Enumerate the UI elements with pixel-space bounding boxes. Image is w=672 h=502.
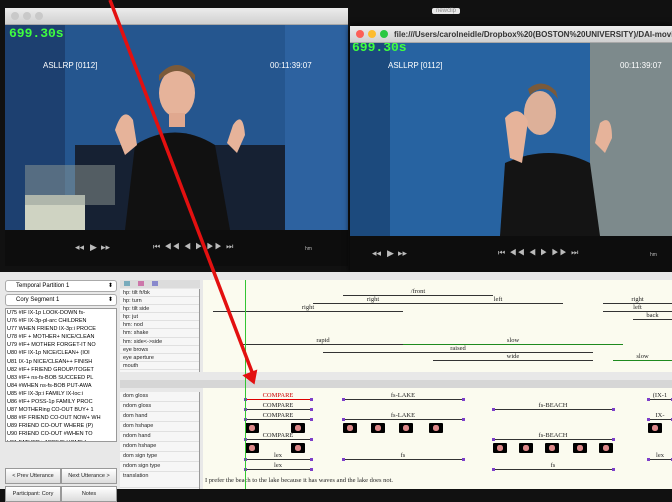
red-arrow-annotation	[108, 0, 258, 385]
